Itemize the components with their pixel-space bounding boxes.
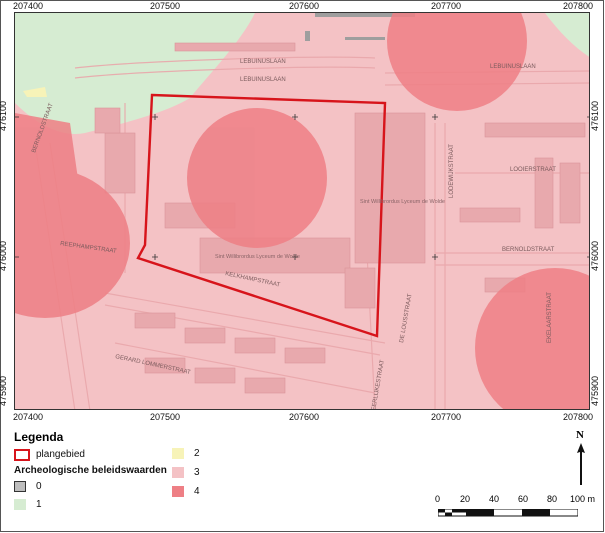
scale-tick-20: 20 xyxy=(460,494,471,504)
map-svg: LEBUINUSLAAN LEBUINUSLAAN LEBUINUSLAAN L… xyxy=(15,13,589,409)
scale-tick-80: 80 xyxy=(547,494,558,504)
building-label-lyceum-2: Sint Willibrordus Lyceum de Wolde xyxy=(215,254,300,260)
legend-label-1: 1 xyxy=(36,499,42,510)
x-tick-top-1: 207500 xyxy=(150,1,181,11)
legend-swatch-0 xyxy=(14,481,26,492)
building-label-lyceum-1: Sint Willibrordus Lyceum de Wolde xyxy=(360,199,445,205)
street-label-ekelaarstraat: EKELAARSTRAAT xyxy=(547,292,553,343)
y-tick-left-0: 476100 xyxy=(0,100,9,132)
legend-swatch-1 xyxy=(14,499,26,510)
legend: Legenda plangebied Archeologische beleid… xyxy=(14,430,314,530)
x-tick-bottom-1: 207500 xyxy=(150,412,181,422)
x-tick-top-4: 207800 xyxy=(563,1,594,11)
y-tick-left-2: 475900 xyxy=(0,375,9,407)
x-tick-top-0: 207400 xyxy=(13,1,44,11)
street-label-looierstraat: LOOIERSTRAAT xyxy=(510,167,556,173)
x-tick-top-2: 207600 xyxy=(289,1,320,11)
street-label-lebuinuslaan-2: LEBUINUSLAAN xyxy=(240,77,286,83)
scale-end-label: 100 m xyxy=(570,494,596,504)
legend-label-0: 0 xyxy=(36,481,42,492)
map-canvas[interactable]: LEBUINUSLAAN LEBUINUSLAAN LEBUINUSLAAN L… xyxy=(14,12,590,410)
legend-label-2: 2 xyxy=(194,448,200,459)
scale-tick-40: 40 xyxy=(489,494,500,504)
x-tick-bottom-3: 207700 xyxy=(431,412,462,422)
y-tick-right-0: 476100 xyxy=(590,100,601,132)
legend-label-3: 3 xyxy=(194,467,200,478)
legend-swatch-4 xyxy=(172,486,184,497)
scale-bar xyxy=(438,509,578,517)
legend-title: Legenda xyxy=(14,430,64,444)
y-tick-left-1: 476000 xyxy=(0,240,9,272)
scale-tick-60: 60 xyxy=(518,494,529,504)
x-tick-bottom-0: 207400 xyxy=(13,412,44,422)
x-tick-bottom-4: 207800 xyxy=(563,412,594,422)
legend-swatch-3 xyxy=(172,467,184,478)
legend-label-4: 4 xyxy=(194,486,200,497)
legend-swatch-2 xyxy=(172,448,184,459)
north-arrow-icon xyxy=(577,443,585,485)
legend-plangebied-label: plangebied xyxy=(36,449,85,460)
street-label-lodewijkstraat: LODEWIJKSTRAAT xyxy=(449,144,455,198)
street-label-lebuinuslaan-3: LEBUINUSLAAN xyxy=(490,64,536,70)
street-label-lebuinuslaan-1: LEBUINUSLAAN xyxy=(240,59,286,65)
legend-plangebied-swatch xyxy=(14,449,30,461)
legend-category-title: Archeologische beleidswaarden xyxy=(14,465,167,476)
north-label: N xyxy=(576,429,584,441)
y-tick-right-1: 476000 xyxy=(590,240,601,272)
scale-tick-0: 0 xyxy=(435,494,441,504)
x-tick-top-3: 207700 xyxy=(431,1,462,11)
street-label-bernoldstraat-1: BERNOLDSTRAAT xyxy=(502,247,555,253)
scale-and-north: N 0 20 40 60 80 100 m xyxy=(430,425,600,525)
zone-value-4-center xyxy=(187,108,327,248)
y-tick-right-2: 475900 xyxy=(590,375,601,407)
x-tick-bottom-2: 207600 xyxy=(289,412,320,422)
